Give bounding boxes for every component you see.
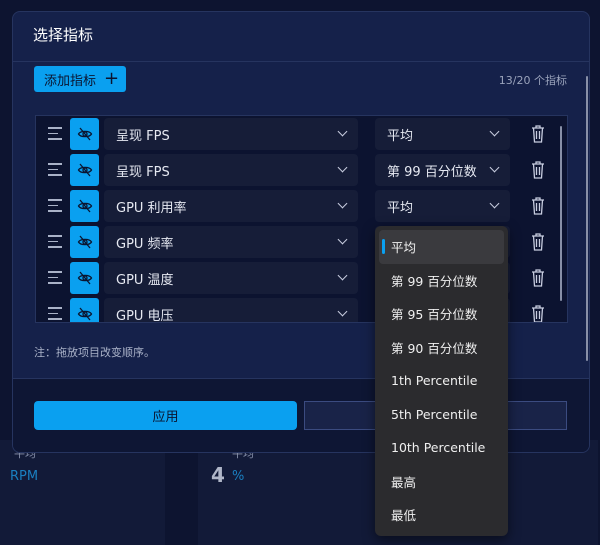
metric-row: 呈现 FPS 第 99 百分位数 <box>36 154 567 186</box>
metric-row: 呈现 FPS 平均 <box>36 118 567 150</box>
dropdown-option[interactable]: 第 95 百分位数 <box>379 297 504 331</box>
drag-handle-icon[interactable] <box>48 163 62 177</box>
metric-select[interactable]: GPU 频率 <box>104 226 358 258</box>
chevron-down-icon <box>337 126 348 137</box>
metric-select-value: GPU 频率 <box>116 236 174 252</box>
metric-select[interactable]: GPU 电压 <box>104 298 358 323</box>
stat-select-value: 平均 <box>387 200 414 216</box>
stat-select[interactable]: 平均 <box>375 118 510 150</box>
dropdown-option[interactable]: 第 99 百分位数 <box>379 264 504 298</box>
bg-unit-rpm: RPM <box>10 469 39 484</box>
dialog-scrollbar[interactable] <box>586 76 588 361</box>
metric-select[interactable]: GPU 温度 <box>104 262 358 294</box>
drag-handle-icon[interactable] <box>48 127 62 141</box>
bg-value: 4 <box>211 463 225 487</box>
metric-count: 13/20 个指标 <box>498 74 567 87</box>
dropdown-option[interactable]: 1th Percentile <box>379 364 504 398</box>
trash-icon[interactable] <box>530 232 546 252</box>
visibility-hidden-icon[interactable] <box>70 190 99 222</box>
chevron-down-icon <box>337 306 348 317</box>
list-scrollbar[interactable] <box>560 126 562 301</box>
drag-handle-icon[interactable] <box>48 307 62 321</box>
bg-unit-pct: % <box>232 469 245 484</box>
chevron-down-icon <box>489 198 500 209</box>
metric-select-value: GPU 利用率 <box>116 200 187 216</box>
visibility-hidden-icon[interactable] <box>70 262 99 294</box>
dialog-title: 选择指标 <box>13 12 589 62</box>
metric-select-value: GPU 温度 <box>116 272 174 288</box>
chevron-down-icon <box>337 162 348 173</box>
visibility-hidden-icon[interactable] <box>70 298 99 322</box>
dropdown-option[interactable]: 5th Percentile <box>379 398 504 432</box>
chevron-down-icon <box>489 126 500 137</box>
stat-select-value: 平均 <box>387 128 414 144</box>
drag-handle-icon[interactable] <box>48 235 62 249</box>
trash-icon[interactable] <box>530 160 546 180</box>
dropdown-option[interactable]: 平均 <box>379 230 504 264</box>
drag-handle-icon[interactable] <box>48 199 62 213</box>
plus-icon: + <box>104 68 120 89</box>
dropdown-option[interactable]: 10th Percentile <box>379 431 504 465</box>
metric-select-value: 呈现 FPS <box>116 128 170 144</box>
trash-icon[interactable] <box>530 304 546 322</box>
chevron-down-icon <box>337 198 348 209</box>
chevron-down-icon <box>489 162 500 173</box>
reorder-note: 注：拖放项目改变顺序。 <box>34 346 155 359</box>
metric-select-value: 呈现 FPS <box>116 164 170 180</box>
add-metric-button[interactable]: 添加指标 + <box>34 66 126 92</box>
stat-select-value: 第 99 百分位数 <box>387 164 477 180</box>
metric-select[interactable]: 呈现 FPS <box>104 154 358 186</box>
dropdown-option[interactable]: 最低 <box>379 498 504 532</box>
chevron-down-icon <box>337 270 348 281</box>
dropdown-option[interactable]: 第 90 百分位数 <box>379 331 504 365</box>
add-metric-label: 添加指标 <box>44 73 97 89</box>
apply-button[interactable]: 应用 <box>34 401 297 430</box>
dropdown-option[interactable]: 最高 <box>379 465 504 499</box>
metric-select-value: GPU 电压 <box>116 308 174 323</box>
visibility-hidden-icon[interactable] <box>70 226 99 258</box>
trash-icon[interactable] <box>530 196 546 216</box>
chevron-down-icon <box>337 234 348 245</box>
trash-icon[interactable] <box>530 268 546 288</box>
metric-select[interactable]: 呈现 FPS <box>104 118 358 150</box>
stat-select[interactable]: 第 99 百分位数 <box>375 154 510 186</box>
metric-row: GPU 利用率 平均 <box>36 190 567 222</box>
visibility-hidden-icon[interactable] <box>70 118 99 150</box>
stat-select[interactable]: 平均 <box>375 190 510 222</box>
drag-handle-icon[interactable] <box>48 271 62 285</box>
metric-select[interactable]: GPU 利用率 <box>104 190 358 222</box>
trash-icon[interactable] <box>530 124 546 144</box>
stat-dropdown-menu: 平均第 99 百分位数第 95 百分位数第 90 百分位数 1th Percent… <box>375 226 508 536</box>
visibility-hidden-icon[interactable] <box>70 154 99 186</box>
